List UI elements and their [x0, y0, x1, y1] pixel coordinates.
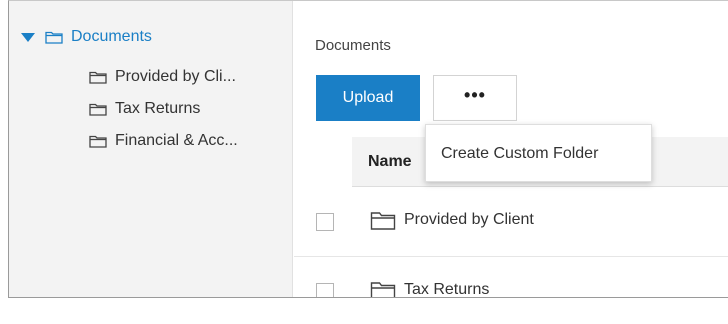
- table-row: Provided by Client: [294, 187, 728, 257]
- table-row: Tax Returns: [294, 257, 728, 298]
- upload-button[interactable]: Upload: [316, 75, 420, 121]
- folder-icon: [89, 134, 107, 148]
- row-name: Tax Returns: [404, 281, 490, 298]
- folder-link-provided-by-client[interactable]: Provided by Client: [370, 210, 534, 230]
- tree-item-financial-accounting[interactable]: Financial & Acc...: [89, 125, 238, 157]
- tree-item-label: Financial & Acc...: [115, 132, 238, 149]
- folder-icon: [45, 30, 63, 44]
- menu-item-create-custom-folder[interactable]: Create Custom Folder: [441, 145, 598, 163]
- tree-item-documents[interactable]: Documents: [21, 27, 152, 47]
- caret-down-icon[interactable]: [21, 32, 35, 42]
- folder-tree-sidebar: Documents Provided by Cli... Tax Returns…: [9, 1, 293, 297]
- ellipsis-icon: •••: [464, 85, 486, 105]
- breadcrumb[interactable]: Documents: [315, 37, 391, 54]
- row-checkbox[interactable]: [316, 213, 334, 231]
- folder-icon: [89, 102, 107, 116]
- tree-item-provided-by-client[interactable]: Provided by Cli...: [89, 61, 238, 93]
- tree-item-tax-returns[interactable]: Tax Returns: [89, 93, 238, 125]
- tree-item-label: Provided by Cli...: [115, 68, 236, 85]
- row-checkbox[interactable]: [316, 283, 334, 297]
- row-name: Provided by Client: [404, 211, 534, 228]
- more-actions-menu: Create Custom Folder: [425, 124, 652, 182]
- column-header-name[interactable]: Name: [368, 153, 412, 171]
- tree-item-label: Tax Returns: [115, 100, 201, 117]
- more-actions-button[interactable]: •••: [433, 75, 517, 121]
- folder-icon: [89, 70, 107, 84]
- tree-item-label: Documents: [71, 28, 152, 45]
- tree-children: Provided by Cli... Tax Returns Financial…: [89, 61, 238, 157]
- folder-link-tax-returns[interactable]: Tax Returns: [370, 280, 490, 298]
- folder-icon: [370, 280, 396, 297]
- folder-icon: [370, 210, 396, 230]
